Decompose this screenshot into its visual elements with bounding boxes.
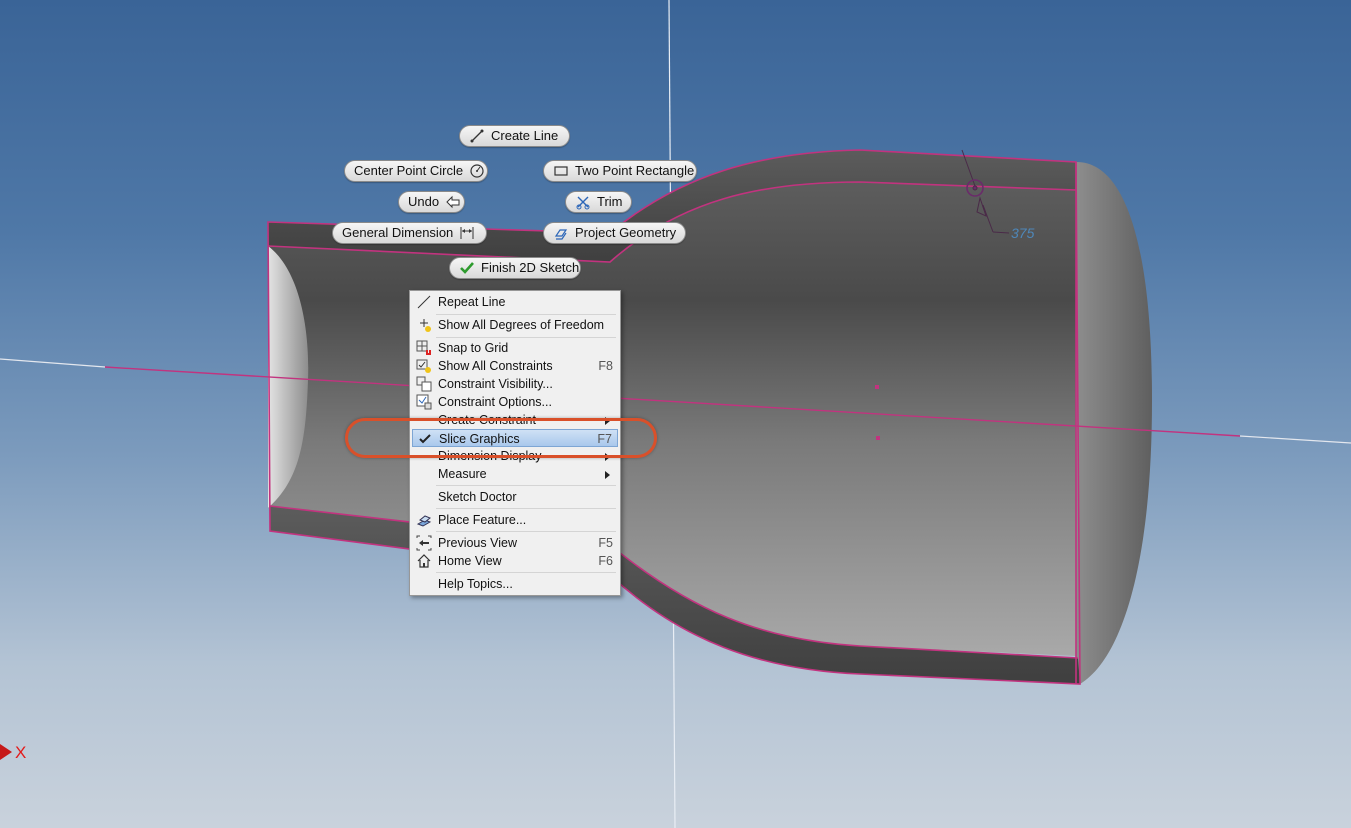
- flange-end: [1075, 161, 1152, 685]
- scissors-icon: [576, 196, 590, 210]
- x-axis-arrow-icon: [0, 744, 12, 760]
- menu-item-label: Show All Degrees of Freedom: [438, 318, 605, 332]
- menu-item-constraint-visibility[interactable]: Constraint Visibility...: [412, 375, 618, 393]
- place-feature-icon: [416, 515, 432, 527]
- sketch-point[interactable]: [876, 436, 880, 440]
- menu-item-show-all-constraints[interactable]: Show All Constraints F8: [412, 357, 618, 375]
- dimension-icon: [460, 227, 474, 239]
- menu-item-home-view[interactable]: Home View F6: [412, 552, 618, 570]
- menu-separator: [436, 531, 616, 532]
- menu-item-constraint-options[interactable]: Constraint Options...: [412, 393, 618, 411]
- menu-item-shortcut: F6: [598, 554, 613, 568]
- undo-button[interactable]: Undo: [398, 191, 465, 213]
- constraints-icon: [416, 359, 431, 373]
- create-line-button[interactable]: Create Line: [459, 125, 570, 147]
- menu-item-label: Home View: [438, 554, 502, 568]
- two-point-rectangle-label: Two Point Rectangle: [575, 163, 695, 178]
- submenu-arrow-icon: [605, 471, 610, 479]
- menu-item-label: Sketch Doctor: [438, 490, 517, 504]
- menu-item-label: Measure: [438, 467, 487, 481]
- menu-item-shortcut: F8: [598, 359, 613, 373]
- highlight-ring: [345, 418, 657, 458]
- trim-label: Trim: [597, 194, 623, 209]
- previous-view-icon: [416, 535, 432, 551]
- menu-item-snap-to-grid[interactable]: Snap to Grid: [412, 339, 618, 357]
- menu-item-show-dof[interactable]: Show All Degrees of Freedom: [412, 316, 618, 334]
- undo-label: Undo: [408, 194, 440, 209]
- center-axis-line-right: [1239, 435, 1351, 444]
- dof-icon: [420, 319, 431, 332]
- general-dimension-label: General Dimension: [342, 225, 454, 240]
- menu-item-place-feature[interactable]: Place Feature...: [412, 511, 618, 529]
- grid-magnet-icon: [416, 340, 431, 355]
- center-point-circle-button[interactable]: Center Point Circle: [344, 160, 488, 182]
- dimension-value[interactable]: 375: [1011, 225, 1034, 241]
- menu-item-label: Constraint Visibility...: [438, 377, 553, 391]
- create-line-label: Create Line: [491, 128, 559, 143]
- circle-icon: [470, 164, 484, 178]
- menu-separator: [436, 508, 616, 509]
- finish-sketch-button[interactable]: Finish 2D Sketch: [449, 257, 581, 279]
- menu-item-label: Show All Constraints: [438, 359, 553, 373]
- menu-item-repeat-line[interactable]: Repeat Line: [412, 293, 618, 311]
- menu-item-label: Snap to Grid: [438, 341, 509, 355]
- project-geometry-button[interactable]: Project Geometry: [543, 222, 686, 244]
- finish-sketch-label: Finish 2D Sketch: [481, 260, 580, 275]
- general-dimension-button[interactable]: General Dimension: [332, 222, 487, 244]
- rectangle-icon: [554, 166, 568, 176]
- project-geometry-icon: [554, 229, 568, 240]
- constraint-options-icon: [416, 394, 432, 410]
- line-icon: [417, 295, 431, 309]
- line-icon: [470, 129, 484, 143]
- menu-item-shortcut: F5: [598, 536, 613, 550]
- menu-item-help-topics[interactable]: Help Topics...: [412, 575, 618, 593]
- center-point-circle-label: Center Point Circle: [354, 163, 464, 178]
- menu-separator: [436, 485, 616, 486]
- undo-icon: [446, 195, 460, 209]
- trim-button[interactable]: Trim: [565, 191, 632, 213]
- center-axis-line: [0, 358, 106, 368]
- menu-item-sketch-doctor[interactable]: Sketch Doctor: [412, 488, 618, 506]
- menu-item-label: Help Topics...: [438, 577, 513, 591]
- menu-separator: [436, 337, 616, 338]
- menu-separator: [436, 314, 616, 315]
- checkmark-icon: [460, 262, 474, 274]
- menu-item-label: Constraint Options...: [438, 395, 552, 409]
- menu-item-previous-view[interactable]: Previous View F5: [412, 534, 618, 552]
- menu-item-label: Previous View: [438, 536, 517, 550]
- menu-item-label: Repeat Line: [438, 295, 506, 309]
- sketch-point[interactable]: [875, 385, 879, 389]
- constraint-visibility-icon: [416, 376, 432, 392]
- x-axis-label: X: [15, 743, 27, 762]
- home-icon: [417, 554, 431, 568]
- model-viewport[interactable]: [0, 0, 1351, 828]
- menu-item-label: Place Feature...: [438, 513, 527, 527]
- two-point-rectangle-button[interactable]: Two Point Rectangle: [543, 160, 697, 182]
- menu-item-measure[interactable]: Measure: [412, 465, 618, 483]
- menu-separator: [436, 572, 616, 573]
- project-geometry-label: Project Geometry: [575, 225, 677, 240]
